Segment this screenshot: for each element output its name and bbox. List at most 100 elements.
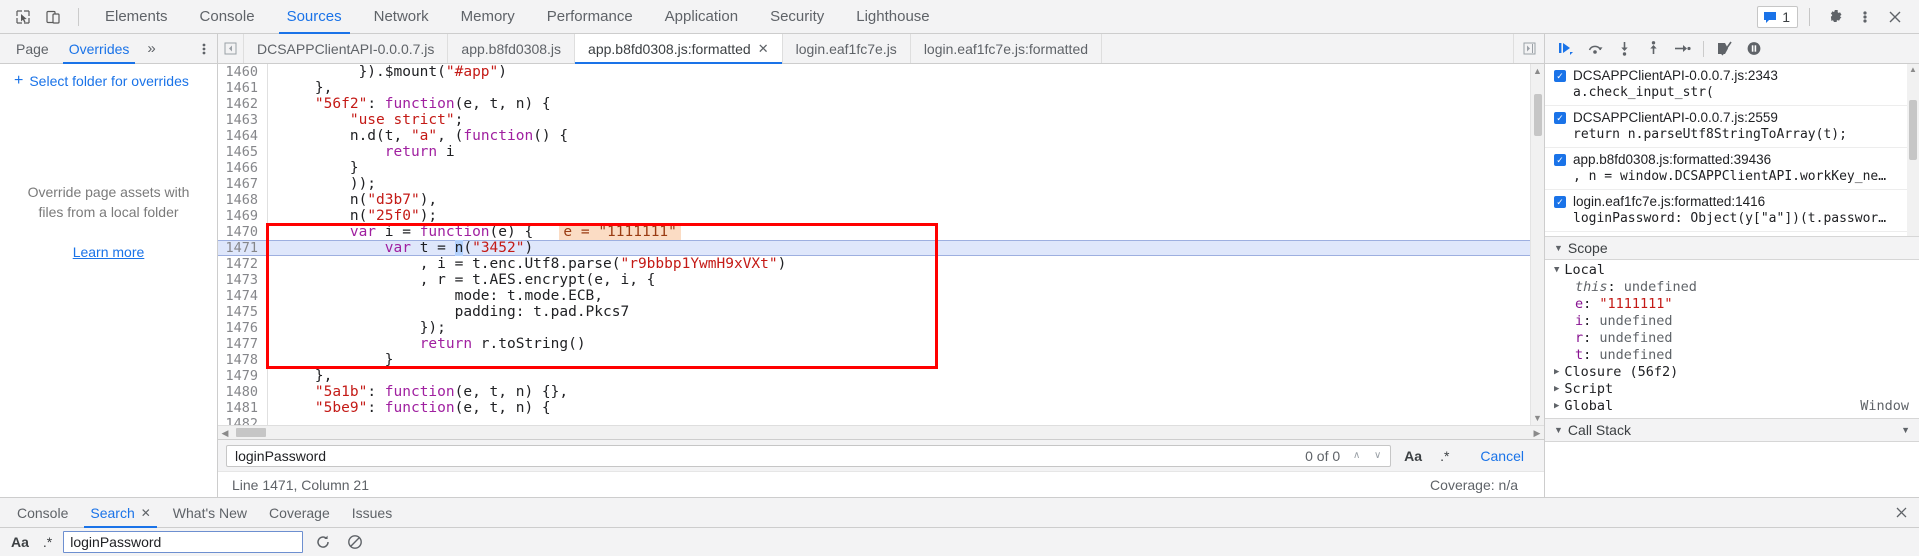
breakpoint-location[interactable]: login.eaf1fc7e.js:formatted:1416 (1573, 193, 1886, 210)
code-line[interactable]: 1468 n("d3b7"), (218, 192, 1544, 208)
line-content[interactable]: "56f2": function(e, t, n) { (268, 96, 551, 112)
line-content[interactable]: "5a1b": function(e, t, n) {}, (268, 384, 568, 400)
line-number[interactable]: 1475 (218, 304, 268, 320)
drawer-tab-issues[interactable]: Issues (341, 498, 403, 528)
line-number[interactable]: 1482 (218, 416, 268, 425)
step-into-next-function-call-icon[interactable] (1611, 37, 1637, 61)
tab-performance[interactable]: Performance (531, 0, 649, 34)
breakpoint-checkbox[interactable]: ✓ (1554, 154, 1566, 166)
line-number[interactable]: 1473 (218, 272, 268, 288)
code-line[interactable]: 1461 }, (218, 80, 1544, 96)
find-cancel-button[interactable]: Cancel (1462, 448, 1536, 464)
line-content[interactable]: } (268, 160, 359, 176)
code-line[interactable]: 1478 } (218, 352, 1544, 368)
breakpoint-checkbox[interactable]: ✓ (1554, 112, 1566, 124)
breakpoints-scroll-up-icon[interactable]: ▲ (1907, 64, 1919, 76)
drawer-tab-console[interactable]: Console (6, 498, 79, 528)
clear-icon[interactable] (343, 531, 367, 553)
find-match-case-button[interactable]: Aa (1399, 448, 1427, 464)
code-line[interactable]: 1471 var t = n("3452") (218, 240, 1544, 256)
scope-variable[interactable]: i: undefined (1545, 313, 1919, 330)
breakpoints-list[interactable]: ✓ DCSAPPClientAPI-0.0.0.7.js:2343 a.check_… (1545, 64, 1919, 236)
scroll-down-arrow-icon[interactable]: ▼ (1531, 411, 1544, 425)
scope-section-header[interactable]: ▼ Scope (1545, 236, 1919, 260)
file-tab-login-js[interactable]: login.eaf1fc7e.js (782, 34, 911, 63)
tab-memory[interactable]: Memory (445, 0, 531, 34)
scope-variable[interactable]: e: "1111111" (1545, 296, 1919, 313)
breakpoint-location[interactable]: DCSAPPClientAPI-0.0.0.7.js:2343 (1573, 67, 1778, 84)
scope-variable[interactable]: this: undefined (1545, 279, 1919, 296)
line-content[interactable]: )); (268, 176, 376, 192)
breakpoint-item[interactable]: ✓ DCSAPPClientAPI-0.0.0.7.js:2343 a.check_… (1545, 64, 1919, 106)
line-number[interactable]: 1461 (218, 80, 268, 96)
search-match-case-button[interactable]: Aa (8, 534, 32, 550)
line-content[interactable]: return r.toString() (268, 336, 586, 352)
hscrollbar-thumb[interactable] (236, 428, 266, 437)
line-number[interactable]: 1479 (218, 368, 268, 384)
find-regex-button[interactable]: .* (1435, 448, 1454, 464)
breakpoint-location[interactable]: DCSAPPClientAPI-0.0.0.7.js:2559 (1573, 109, 1847, 126)
search-regex-button[interactable]: .* (40, 534, 55, 550)
find-input[interactable]: loginPassword (235, 448, 1301, 464)
line-content[interactable]: "use strict"; (268, 112, 464, 128)
scope-variable[interactable]: r: undefined (1545, 330, 1919, 347)
file-tab-login-js-formatted[interactable]: login.eaf1fc7e.js:formatted (910, 34, 1103, 63)
code-line[interactable]: 1477 return r.toString() (218, 336, 1544, 352)
code-line[interactable]: 1476 }); (218, 320, 1544, 336)
find-previous-icon[interactable]: ∧ (1348, 450, 1365, 461)
tab-elements[interactable]: Elements (89, 0, 184, 34)
line-number[interactable]: 1464 (218, 128, 268, 144)
scrollbar-thumb[interactable] (1534, 94, 1542, 136)
file-tab-app-js[interactable]: app.b8fd0308.js (448, 34, 576, 63)
code-line[interactable]: 1462 "56f2": function(e, t, n) { (218, 96, 1544, 112)
code-line[interactable]: 1474 mode: t.mode.ECB, (218, 288, 1544, 304)
scope-variable[interactable]: t: undefined (1545, 347, 1919, 364)
navigator-tab-overrides[interactable]: Overrides (59, 34, 140, 64)
tab-console[interactable]: Console (184, 0, 271, 34)
line-content[interactable]: }, (268, 80, 332, 96)
code-lines[interactable]: 1460 }).$mount("#app") 1461 }, 1462 "56f2"… (218, 64, 1544, 425)
more-options-kebab-icon[interactable] (1851, 4, 1879, 30)
line-content[interactable]: }).$mount("#app") (268, 64, 507, 80)
line-number[interactable]: 1462 (218, 96, 268, 112)
scope-group-local[interactable]: ▼ Local (1545, 262, 1919, 279)
line-content[interactable]: mode: t.mode.ECB, (268, 288, 603, 304)
breakpoint-item[interactable]: ✓ DCSAPPClientAPI-0.0.0.7.js:2559 return n… (1545, 106, 1919, 148)
line-number[interactable]: 1463 (218, 112, 268, 128)
line-content[interactable]: , r = t.AES.encrypt(e, i, { (268, 272, 656, 288)
scope-variables[interactable]: ▼ Local this: undefined e: "1111111" i: unde… (1545, 260, 1919, 418)
breakpoints-scrollbar-thumb[interactable] (1909, 100, 1917, 160)
file-tab-app-js-formatted[interactable]: app.b8fd0308.js:formatted ✕ (575, 34, 783, 64)
code-line[interactable]: 1469 n("25f0"); (218, 208, 1544, 224)
gear-icon[interactable] (1821, 4, 1849, 30)
step-out-of-current-function-icon[interactable] (1640, 37, 1666, 61)
line-number[interactable]: 1477 (218, 336, 268, 352)
code-line[interactable]: 1480 "5a1b": function(e, t, n) {}, (218, 384, 1544, 400)
line-number[interactable]: 1476 (218, 320, 268, 336)
navigator-tab-page[interactable]: Page (6, 34, 59, 64)
tabstrip-scroll-left-icon[interactable] (218, 34, 244, 63)
close-icon[interactable] (1881, 4, 1909, 30)
line-number[interactable]: 1465 (218, 144, 268, 160)
inspect-element-icon[interactable] (8, 4, 38, 30)
line-content[interactable]: padding: t.pad.Pkcs7 (268, 304, 630, 320)
code-line[interactable]: 1475 padding: t.pad.Pkcs7 (218, 304, 1544, 320)
line-content[interactable]: } (268, 352, 394, 368)
line-number[interactable]: 1460 (218, 64, 268, 80)
editor-vertical-scrollbar[interactable]: ▲ ▼ (1530, 64, 1544, 425)
line-content[interactable]: "5be9": function(e, t, n) { (268, 400, 551, 416)
breakpoint-item[interactable]: ✓ login.eaf1fc7e.js:formatted:1416 loginPa… (1545, 190, 1919, 232)
breakpoint-item[interactable]: ✓ app.b8fd0308.js:formatted:39436, n = wi… (1545, 148, 1919, 190)
breakpoint-location[interactable]: login.eaf1fc7e.js:formatted:1462 (1573, 235, 1886, 236)
drawer-tab-close-icon[interactable]: ✕ (141, 498, 151, 528)
navigator-more-tabs-icon[interactable]: » (139, 40, 163, 57)
line-number[interactable]: 1472 (218, 256, 268, 272)
line-number[interactable]: 1481 (218, 400, 268, 416)
breakpoint-checkbox[interactable]: ✓ (1554, 196, 1566, 208)
line-content[interactable]: n.d(t, "a", (function() { (268, 128, 568, 144)
console-message-badge[interactable]: 1 (1757, 5, 1798, 28)
code-line[interactable]: 1466 } (218, 160, 1544, 176)
tab-application[interactable]: Application (649, 0, 754, 34)
line-content[interactable]: return i (268, 144, 455, 160)
find-next-icon[interactable]: ∨ (1369, 450, 1386, 461)
